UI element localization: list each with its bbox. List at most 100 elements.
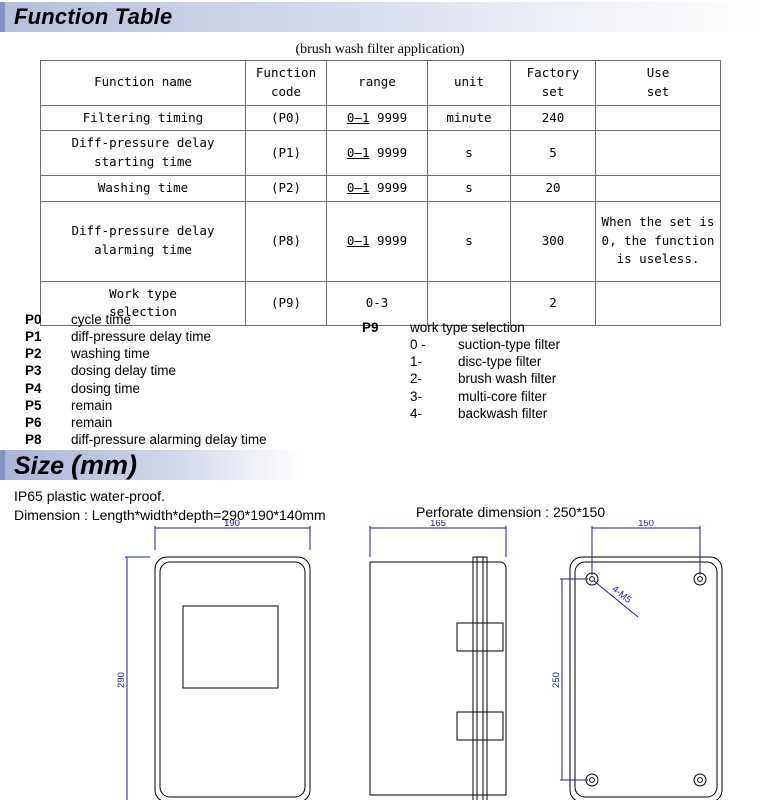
cell-function-code: (P0) <box>245 104 327 132</box>
cell-range: 0—1 9999 <box>326 200 428 282</box>
cell-unit: s <box>427 130 511 176</box>
parameter-legend-left: P0 cycle time P1 diff-pressure delay time P2… <box>25 311 267 448</box>
rear-hole-top-right-inner <box>697 576 703 582</box>
legend-description: dosing time <box>71 380 141 396</box>
rear-inner-lid <box>574 561 718 798</box>
legend-option-label: brush wash filter <box>458 371 557 387</box>
legend-description: remain <box>71 414 113 430</box>
legend-description: washing time <box>71 346 150 362</box>
legend-description: cycle time <box>71 312 132 327</box>
cell-range-lower: 0—1 <box>346 109 370 125</box>
legend-option-value: 1- <box>410 354 423 370</box>
table-caption: (brush wash filter application) <box>295 42 465 57</box>
cell-range: 0—1 9999 <box>326 174 428 202</box>
cell-use-set[interactable] <box>595 130 721 176</box>
table-row: Diff-pressure delay starting time (P1) 0—1 … <box>40 130 721 176</box>
rear-width-dim-label: 150 <box>638 520 654 529</box>
cell-use-set[interactable] <box>595 174 721 202</box>
legend-option-item: 2- brush wash filter <box>362 370 560 387</box>
table-header-row: Function name Function code range unit F… <box>40 60 721 106</box>
rear-hole-bottom-left-inner <box>589 777 595 783</box>
size-note-line1: IP65 plastic water-proof. <box>14 488 165 504</box>
legend-option-label: backwash filter <box>458 405 548 421</box>
legend-item: P8 diff-pressure alarming delay time <box>25 431 267 448</box>
cell-range-upper: 9999 <box>377 179 408 195</box>
legend-option-value: 4- <box>410 405 423 421</box>
legend-code-p9: P9 <box>362 320 379 335</box>
cell-function-name-line1: Diff-pressure delay <box>71 223 215 239</box>
section-banner-size: Size (mm) <box>0 450 300 480</box>
drawing-side-view: 165 <box>369 520 507 800</box>
rear-outer-shell <box>569 556 723 800</box>
cell-function-code: (P1) <box>245 130 327 176</box>
section-title-size-unit: (mm) <box>70 449 137 480</box>
size-notes: IP65 plastic water-proof. Dimension : Le… <box>14 487 326 524</box>
section-title-function-table: Function Table <box>14 4 173 29</box>
side-width-dimension: 165 <box>369 520 507 557</box>
legend-item: P4 dosing time <box>25 380 267 397</box>
col-header-function-code: Function code <box>245 60 327 106</box>
legend-code: P1 <box>25 329 42 345</box>
cell-use-set[interactable] <box>595 104 721 132</box>
front-outer-shell <box>154 556 311 800</box>
col-header-function-code-line2: code <box>270 83 302 99</box>
drawing-rear-view: 4-M5 150 250 <box>551 520 723 800</box>
cell-function-name-line1: Work type <box>109 285 177 301</box>
cell-unit: s <box>427 200 511 282</box>
legend-p9-options: 0 - suction-type filter 1- disc-type filter… <box>362 336 560 422</box>
dimension-drawings: 190 290 165 4-M5 150 250 <box>0 520 760 800</box>
legend-option-item: 1- disc-type filter <box>362 353 560 370</box>
col-header-factory-set-line2: set <box>541 83 565 99</box>
front-height-dimension: 290 <box>116 556 150 800</box>
side-lower-gland <box>456 711 504 741</box>
cell-range-lower: 0—1 <box>346 232 370 248</box>
front-height-dim-label: 290 <box>116 672 127 688</box>
col-header-function-name: Function name <box>40 60 246 106</box>
cell-function-name: Filtering timing <box>40 104 246 132</box>
legend-item: P2 washing time <box>25 345 267 362</box>
legend-item: P1 diff-pressure delay time <box>25 328 267 345</box>
function-parameter-table: Function name Function code range unit F… <box>40 60 721 326</box>
rear-hole-callout: 4-M5 <box>593 580 639 618</box>
legend-code: P5 <box>25 397 42 413</box>
rear-width-dimension: 150 <box>591 520 701 575</box>
cell-range-lower: 0—1 <box>346 144 370 160</box>
section-banner-function-table: Function Table <box>0 2 760 32</box>
drawing-front-view: 190 290 <box>116 520 311 800</box>
legend-code: P4 <box>25 380 42 396</box>
cell-use-set[interactable] <box>595 280 721 326</box>
col-header-function-code-line1: Function <box>255 65 317 80</box>
cell-factory-set: 5 <box>510 130 596 176</box>
col-header-use-set: Use set <box>595 60 721 106</box>
legend-option-value: 2- <box>410 371 423 387</box>
cell-unit: minute <box>427 104 511 132</box>
rear-callout-label: 4-M5 <box>610 584 634 606</box>
cell-use-set[interactable]: When the set is 0, the function is usele… <box>595 200 721 282</box>
perforate-note: Perforate dimension : 250*150 <box>416 504 606 520</box>
cell-function-name-line1: Diff-pressure delay <box>71 135 215 151</box>
table-row: Diff-pressure delay alarming time (P8) 0—1 … <box>40 200 721 282</box>
table-row: Filtering timing (P0) 0—1 9999 minute 240 <box>40 104 721 132</box>
col-header-factory-set-line1: Factory <box>526 65 580 80</box>
legend-code: P2 <box>25 346 42 362</box>
cell-function-code: (P8) <box>245 200 327 282</box>
col-header-factory-set: Factory set <box>510 60 596 106</box>
legend-option-item: 4- backwash filter <box>362 405 560 422</box>
legend-option-item: 3- multi-core filter <box>362 388 560 405</box>
front-width-dim-label: 190 <box>224 520 240 529</box>
cell-factory-set: 240 <box>510 104 596 132</box>
legend-desc-p9: work type selection <box>410 320 525 335</box>
rear-hole-top-left-inner <box>589 576 595 582</box>
cell-range: 0—1 9999 <box>326 130 428 176</box>
legend-item: P5 remain <box>25 397 267 414</box>
legend-option-item: 0 - suction-type filter <box>362 336 560 353</box>
front-width-dimension: 190 <box>154 520 311 550</box>
side-center-rail <box>472 556 488 800</box>
section-title-size: Size (mm) <box>0 450 137 481</box>
legend-item-p9: P9 work type selection <box>362 319 560 336</box>
side-body-outline <box>369 561 507 796</box>
cell-function-name: Diff-pressure delay starting time <box>40 130 246 176</box>
legend-code: P3 <box>25 363 42 379</box>
cell-range-upper: 9999 <box>377 232 408 248</box>
col-header-unit: unit <box>427 60 511 106</box>
